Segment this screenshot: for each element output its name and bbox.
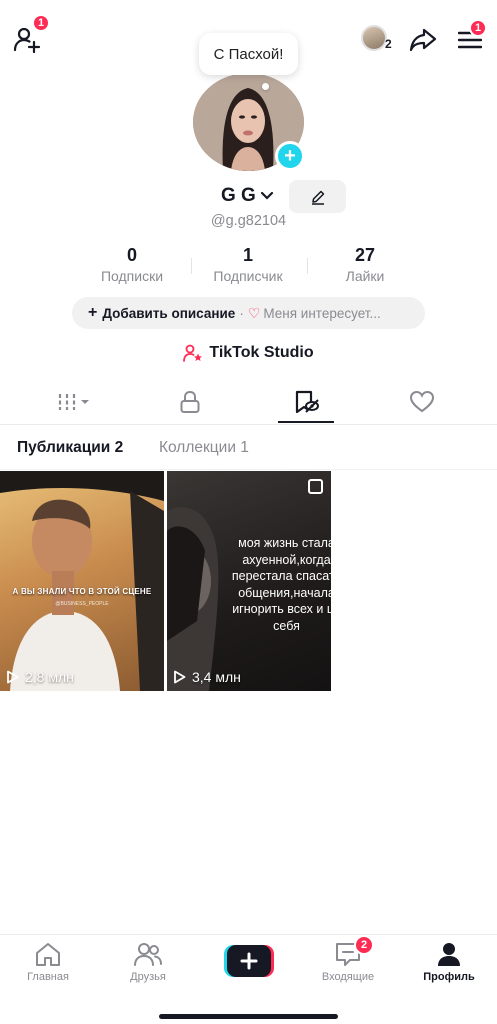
chevron-down-icon (260, 191, 273, 200)
description-pill[interactable]: + Добавить описание · ♡ Меня интересует.… (72, 297, 425, 329)
subtab-posts[interactable]: Публикации 2 (17, 439, 123, 457)
create-button[interactable] (224, 945, 274, 977)
home-indicator (159, 1014, 338, 1019)
view-count-text: 2,8 млн (25, 669, 74, 685)
share-arrow-icon (409, 28, 437, 52)
edit-profile-button[interactable] (289, 180, 346, 213)
plus-icon: + (88, 304, 98, 321)
profile-name-text: G G (221, 185, 256, 206)
add-friends-button[interactable]: 1 (10, 14, 50, 56)
nav-inbox[interactable]: 2 Входящие (308, 935, 388, 983)
heart-outline-icon: ♡ (247, 304, 261, 321)
nav-profile[interactable]: Профиль (409, 941, 489, 983)
tabs-divider (0, 424, 497, 425)
tiktok-studio-link[interactable]: TikTok Studio (0, 344, 497, 362)
video-thumbnail[interactable]: моя жизнь стала ахуенной,когда перестала… (167, 471, 331, 691)
add-story-button[interactable]: + (275, 141, 305, 171)
view-count-text: 3,4 млн (192, 669, 241, 685)
grid-filter-icon (58, 394, 89, 410)
nav-profile-label: Профиль (423, 971, 475, 983)
subtab-collections[interactable]: Коллекции 1 (159, 439, 249, 457)
interests-label: Меня интересует... (263, 305, 381, 321)
multi-photo-icon (308, 479, 323, 494)
likes-count: 27 (354, 245, 376, 265)
tab-videos[interactable] (55, 388, 95, 416)
bottom-navigation: Главная Друзья 2 Входящие Профиль (0, 934, 497, 1024)
share-profile-button[interactable] (407, 24, 439, 56)
tab-saved[interactable] (286, 388, 326, 416)
following-count: 0 (126, 245, 137, 265)
content-tabs (0, 380, 497, 424)
video-thumbnail[interactable]: А ВЫ ЗНАЛИ ЧТО В ЭТОЙ СЦЕНЕ @BUSINESS_PE… (0, 471, 164, 691)
play-icon (174, 670, 186, 684)
followers-label: Подписчик (213, 268, 283, 284)
followers-stat[interactable]: 1 Подписчик (188, 245, 308, 284)
friends-icon (134, 943, 162, 966)
video-watermark: @BUSINESS_PEOPLE (55, 601, 109, 607)
note-bubble[interactable]: С Пасхой! (199, 33, 298, 75)
tab-private[interactable] (170, 388, 210, 416)
nav-friends[interactable]: Друзья (108, 941, 188, 983)
bookmark-eye-icon (295, 390, 319, 414)
separator: · (239, 305, 244, 321)
video-caption: А ВЫ ЗНАЛИ ЧТО В ЭТОЙ СЦЕНЕ (12, 587, 152, 596)
inbox-badge: 2 (354, 935, 374, 955)
studio-user-star-icon (183, 344, 203, 362)
nav-home[interactable]: Главная (8, 941, 88, 983)
heart-outline-icon (409, 390, 435, 413)
notification-badge: 1 (32, 14, 50, 32)
followers-count: 1 (242, 245, 253, 265)
view-count: 2,8 млн (6, 669, 74, 685)
profile-handle: @g.g82104 (210, 213, 287, 229)
likes-stat[interactable]: 27 Лайки (305, 245, 425, 284)
following-stat[interactable]: 0 Подписки (72, 245, 192, 284)
view-count: 3,4 млн (173, 669, 241, 685)
story-avatar-image (361, 25, 387, 51)
play-icon (7, 670, 19, 684)
tab-liked[interactable] (402, 388, 442, 416)
plus-icon: + (284, 145, 296, 167)
profile-name[interactable]: G G (221, 185, 274, 207)
menu-button[interactable]: 1 (455, 19, 487, 54)
subtabs-divider (0, 469, 497, 470)
tiktok-studio-label: TikTok Studio (209, 344, 314, 361)
likes-label: Лайки (345, 268, 385, 284)
notification-badge: 1 (469, 19, 487, 37)
pencil-icon (311, 190, 324, 205)
video-frame-image (0, 471, 164, 691)
note-bubble-tail (262, 83, 269, 90)
nav-friends-label: Друзья (130, 971, 166, 983)
add-description-label: Добавить описание (102, 305, 236, 321)
video-caption: моя жизнь стала ахуенной,когда перестала… (231, 536, 331, 633)
stories-avatar-button[interactable]: 2 (361, 25, 395, 55)
nav-inbox-label: Входящие (321, 971, 375, 983)
profile-icon (438, 943, 460, 966)
following-label: Подписки (100, 268, 164, 284)
lock-icon (180, 390, 200, 413)
stories-count: 2 (385, 37, 392, 51)
home-icon (36, 943, 60, 966)
active-tab-indicator (278, 421, 334, 423)
nav-home-label: Главная (27, 971, 69, 983)
create-plus-icon (224, 945, 274, 977)
